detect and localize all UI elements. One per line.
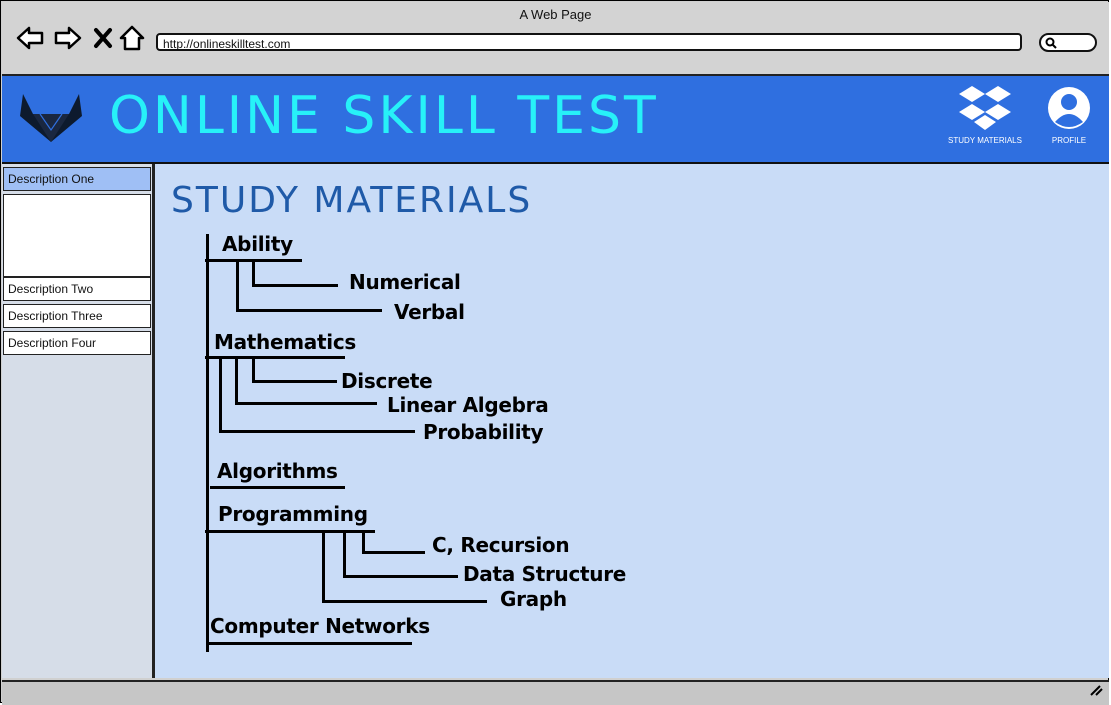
tree-line [252, 357, 255, 382]
tree-line [207, 642, 412, 645]
tree-line [343, 531, 346, 578]
status-bar [2, 680, 1109, 705]
sidebar-item-description-three[interactable]: Description Three [3, 304, 151, 328]
browser-chrome: A Web Page http://onlineskilltest.com [2, 2, 1109, 76]
subtopic-linear-algebra[interactable]: Linear Algebra [387, 393, 549, 417]
tree-line [252, 284, 338, 287]
tree-line [219, 357, 222, 432]
tree-line [205, 356, 345, 359]
subtopic-c-recursion[interactable]: C, Recursion [432, 533, 570, 557]
tree-line [210, 486, 345, 489]
subtopic-discrete[interactable]: Discrete [341, 369, 433, 393]
study-materials-label: STUDY MATERIALS [948, 136, 1022, 145]
browser-search-box[interactable] [1039, 33, 1097, 52]
tree-line [205, 530, 375, 533]
sidebar: Description One Description Two Descript… [2, 164, 154, 678]
tree-line [252, 260, 255, 287]
tree-line [235, 357, 238, 404]
tree-line [235, 402, 377, 405]
sidebar-item-content-panel [3, 194, 151, 277]
tree-line [236, 309, 382, 312]
tree-trunk-line [206, 234, 209, 652]
tree-line [252, 380, 337, 383]
tree-line [362, 531, 365, 553]
tree-line [362, 551, 425, 554]
home-icon[interactable] [118, 24, 146, 52]
study-materials-button[interactable]: STUDY MATERIALS [948, 84, 1022, 145]
tree-line [219, 430, 415, 433]
main-content: STUDY MATERIALS Ability Numerical Verbal… [154, 164, 1109, 678]
sidebar-item-description-two[interactable]: Description Two [3, 277, 151, 301]
subtopic-probability[interactable]: Probability [423, 420, 544, 444]
tree-line [236, 260, 239, 312]
profile-label: PROFILE [1051, 136, 1087, 145]
browser-window: A Web Page http://onlineskilltest.com ON… [0, 0, 1109, 705]
tree-line [343, 575, 458, 578]
sidebar-item-description-four[interactable]: Description Four [3, 331, 151, 355]
subtopic-verbal[interactable]: Verbal [394, 300, 465, 324]
tree-line [322, 600, 487, 603]
topic-algorithms[interactable]: Algorithms [217, 459, 338, 483]
page-title: STUDY MATERIALS [171, 180, 533, 221]
app-header: ONLINE SKILL TEST STUDY MATERIALS PROFIL… [2, 76, 1109, 164]
subtopic-data-structure[interactable]: Data Structure [463, 562, 626, 586]
topic-computer-networks[interactable]: Computer Networks [210, 614, 430, 638]
dropbox-icon [957, 86, 1013, 134]
user-icon [1046, 87, 1092, 134]
back-arrow-icon[interactable] [16, 24, 44, 52]
subtopic-graph[interactable]: Graph [500, 587, 567, 611]
app-title: ONLINE SKILL TEST [109, 86, 659, 146]
topic-ability[interactable]: Ability [222, 232, 293, 256]
subtopic-numerical[interactable]: Numerical [349, 270, 461, 294]
sidebar-item-description-one[interactable]: Description One [3, 167, 151, 191]
forward-arrow-icon[interactable] [54, 24, 82, 52]
fox-logo-icon [20, 92, 82, 149]
address-bar[interactable]: http://onlineskilltest.com [156, 33, 1022, 51]
topic-mathematics[interactable]: Mathematics [214, 330, 356, 354]
profile-button[interactable]: PROFILE [1046, 84, 1092, 145]
close-icon[interactable] [92, 24, 120, 52]
resize-grip-icon[interactable] [1089, 683, 1103, 701]
tree-line [322, 531, 325, 603]
window-title: A Web Page [519, 7, 592, 22]
topic-programming[interactable]: Programming [218, 502, 368, 526]
